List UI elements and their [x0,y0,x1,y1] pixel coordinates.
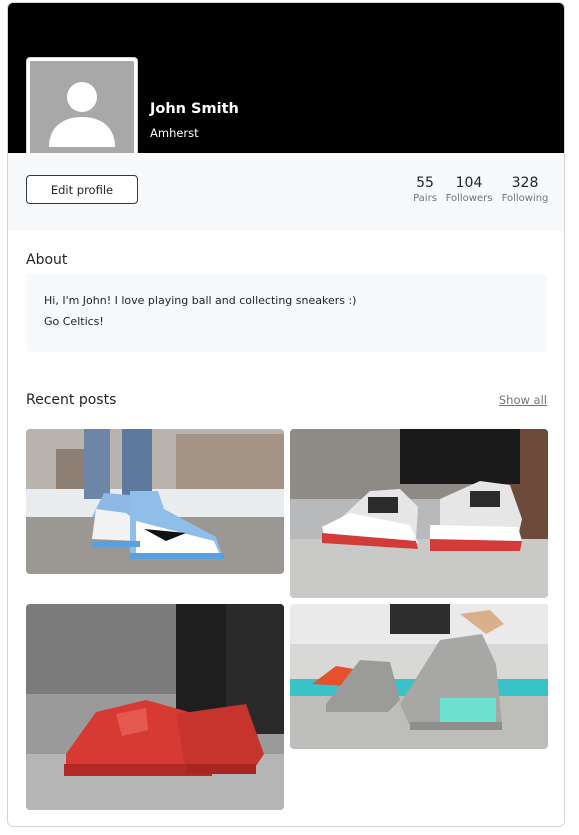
about-text-line: Hi, I'm John! I love playing ball and co… [44,294,357,307]
edit-profile-button[interactable]: Edit profile [26,175,138,204]
about-text-line: Go Celtics! [44,315,104,328]
avatar-image [30,61,134,163]
stat-label: Followers [445,193,493,204]
post-image-3[interactable] [26,604,284,810]
post-image-2[interactable] [290,429,548,598]
stat-value: 328 [511,175,539,191]
stat-pairs[interactable]: 55 Pairs [410,175,440,204]
profile-location: Amherst [150,126,199,140]
post-photo [290,429,548,598]
avatar[interactable] [26,57,138,167]
stat-followers[interactable]: 104 Followers [445,175,493,204]
profile-name: John Smith [150,101,239,117]
post-photo [26,429,284,574]
recent-posts-heading: Recent posts [26,392,117,408]
show-all-link[interactable]: Show all [499,393,547,407]
about-box: Hi, I'm John! I love playing ball and co… [26,274,547,352]
post-image-1[interactable] [26,429,284,574]
about-heading: About [26,252,68,268]
stat-following[interactable]: 328 Following [500,175,550,204]
post-image-4[interactable] [290,604,548,749]
stat-label: Pairs [413,193,437,204]
profile-card: John Smith Amherst Edit profile 55 Pairs… [7,2,565,827]
post-photo [290,604,548,749]
stat-label: Following [501,193,549,204]
person-placeholder-icon [30,61,134,163]
post-photo [26,604,284,810]
stat-value: 104 [455,175,483,191]
stat-value: 55 [416,175,434,191]
